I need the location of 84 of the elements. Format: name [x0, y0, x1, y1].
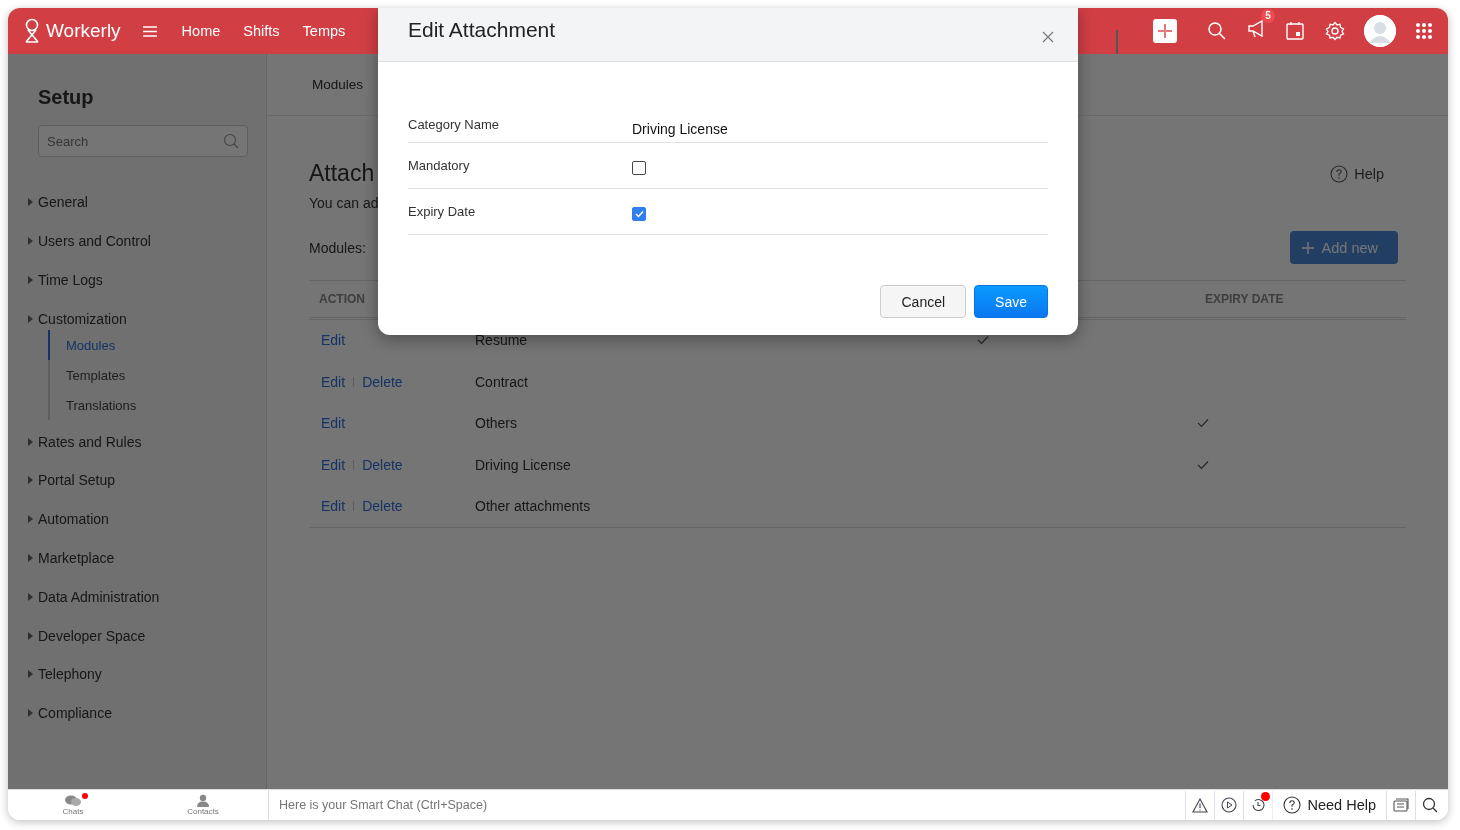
cancel-button[interactable]: Cancel — [880, 285, 967, 318]
caret-icon — [28, 314, 33, 323]
help-link[interactable]: Help — [1354, 165, 1384, 182]
sidebar-item[interactable]: Developer Space — [38, 627, 146, 644]
table-cell-text: Contract — [475, 373, 529, 390]
sidebar-subitem[interactable]: Translations — [48, 390, 246, 421]
add-new-button[interactable]: Add new — [1289, 231, 1398, 264]
checkbox[interactable] — [632, 207, 646, 221]
checkbox[interactable] — [632, 161, 646, 175]
modules-label: Modules: — [309, 239, 366, 256]
nav-link[interactable]: Temps — [302, 23, 346, 39]
calendar-icon[interactable] — [1285, 21, 1305, 41]
caret-icon — [28, 592, 33, 601]
caret-icon — [28, 709, 33, 718]
notification-badge: 5 — [1261, 9, 1275, 23]
sidebar-item[interactable]: Rates and Rules — [38, 433, 142, 450]
action-link[interactable]: Delete — [362, 456, 403, 473]
plus-icon — [1301, 241, 1314, 254]
caret-icon — [28, 515, 33, 524]
alert-dot — [1261, 791, 1271, 801]
action-link[interactable]: Edit — [321, 498, 346, 515]
need-help-link[interactable]: Need Help — [1307, 797, 1376, 813]
add-icon[interactable] — [1153, 19, 1177, 43]
action-link[interactable]: Edit — [321, 456, 346, 473]
action-link[interactable]: Edit — [321, 415, 346, 432]
person-logo-icon[interactable] — [22, 18, 42, 44]
footer-tab[interactable]: Chats — [62, 806, 84, 816]
caret-icon — [28, 237, 33, 246]
action-link[interactable]: Edit — [321, 332, 346, 349]
caret-icon — [28, 437, 33, 446]
dialog-title: Edit Attachment — [408, 17, 556, 42]
action-link[interactable]: Edit — [321, 373, 346, 390]
sidebar-item[interactable]: Marketplace — [38, 549, 115, 566]
help-icon[interactable] — [1283, 796, 1302, 814]
sidebar-subitem[interactable]: Templates — [48, 360, 246, 391]
brand-name[interactable]: Workerly — [46, 20, 121, 42]
sidebar-title: Setup — [38, 86, 95, 109]
table-cell-text: Other attachments — [475, 498, 592, 515]
table-cell-text: Resume — [475, 332, 529, 349]
field-value[interactable]: Driving License — [632, 120, 1048, 137]
caret-icon — [28, 476, 33, 485]
field-label: Expiry Date — [408, 204, 477, 219]
caret-icon — [28, 553, 33, 562]
table-cell-text: Others — [475, 415, 518, 432]
footer-tab[interactable]: Contacts — [187, 807, 219, 816]
search-icon — [223, 133, 239, 149]
search-field[interactable]: Search — [38, 125, 248, 157]
sidebar-item[interactable]: Time Logs — [38, 272, 103, 288]
settings-icon[interactable] — [1325, 21, 1345, 41]
menu-icon[interactable] — [142, 25, 157, 37]
close-icon[interactable] — [1042, 30, 1054, 43]
caret-icon — [28, 276, 33, 284]
field-label: Mandatory — [408, 158, 471, 173]
search-icon[interactable] — [1422, 797, 1438, 813]
sidebar-item[interactable]: Customization — [38, 310, 127, 327]
caret-icon — [28, 670, 33, 679]
notes-icon[interactable] — [1393, 798, 1409, 812]
person-icon[interactable] — [197, 794, 209, 807]
action-link[interactable]: Delete — [362, 498, 403, 515]
sidebar-item[interactable]: General — [38, 194, 88, 211]
sidebar-item[interactable]: Automation — [38, 511, 109, 528]
action-link[interactable]: Delete — [362, 373, 403, 390]
warning-icon[interactable] — [1192, 797, 1209, 813]
sidebar-subitem[interactable]: Modules — [48, 330, 246, 361]
field-label: Category Name — [408, 117, 501, 132]
history-icon[interactable] — [1250, 797, 1267, 813]
nav-link[interactable]: Home — [181, 23, 221, 39]
sidebar-item[interactable]: Users and Control — [38, 233, 151, 250]
save-button[interactable]: Save — [974, 285, 1048, 318]
avatar[interactable] — [1364, 15, 1396, 47]
chat-bubbles-icon[interactable] — [65, 794, 81, 807]
sidebar-item[interactable]: Compliance — [38, 705, 112, 722]
breadcrumb[interactable]: Modules — [312, 77, 364, 92]
apps-grid-icon[interactable] — [1415, 22, 1433, 40]
page-title: Attach — [309, 160, 375, 187]
sidebar-item[interactable]: Portal Setup — [38, 472, 116, 489]
caret-icon — [28, 631, 33, 640]
nav-link[interactable]: Shifts — [243, 23, 280, 39]
play-icon[interactable] — [1221, 797, 1238, 813]
page-description: You can ad — [309, 195, 380, 211]
caret-icon — [28, 198, 33, 207]
sidebar-item[interactable]: Telephony — [38, 666, 102, 683]
table-cell-text: Driving License — [475, 456, 572, 473]
sidebar-item[interactable]: Data Administration — [38, 588, 160, 605]
